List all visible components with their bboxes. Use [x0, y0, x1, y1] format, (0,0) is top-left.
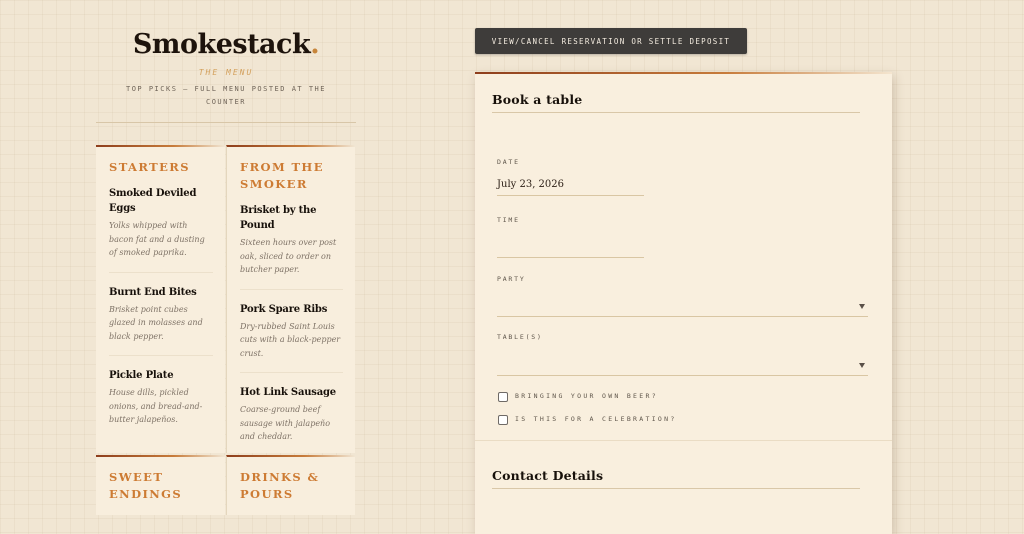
menu-item-name: Burnt End Bites	[109, 286, 197, 298]
celebration-label[interactable]: IS THIS FOR A CELEBRATION?	[515, 415, 677, 424]
menu-item-description: Dry-rubbed Saint Louis cuts with a black…	[240, 321, 341, 358]
menu-item: Pork Spare Ribs Dry-rubbed Saint Louis c…	[240, 302, 343, 373]
menu-section-starters: STARTERS Smoked Deviled Eggs Yolks whipp…	[96, 145, 225, 453]
menu-item-name: Hot Link Sausage	[240, 387, 336, 398]
menu-item: Brisket by the Pound Sixteen hours over …	[240, 203, 343, 290]
manage-reservation-button[interactable]: VIEW/CANCEL RESERVATION OR SETTLE DEPOSI…	[475, 28, 747, 54]
byob-label[interactable]: BRINGING YOUR OWN BEER?	[515, 392, 658, 401]
byob-checkbox[interactable]	[498, 392, 508, 402]
form-section-divider	[475, 440, 892, 441]
menu-section-drinks: DRINKS & POURS	[226, 455, 355, 515]
logo-dot: .	[310, 29, 320, 60]
tables-label: TABLE(S)	[497, 333, 543, 341]
section-title: STARTERS	[109, 160, 190, 174]
chevron-down-icon	[859, 304, 865, 309]
menu-item: Hot Link Sausage Coarse-ground beef saus…	[240, 385, 343, 456]
menu-item: Burnt End Bites Brisket point cubes glaz…	[109, 285, 213, 356]
menu-item-name: Pork Spare Ribs	[240, 303, 328, 315]
section-title: DRINKS & POURS	[240, 470, 320, 501]
menu-item-name: Pickle Plate	[109, 370, 174, 381]
brand-header: Smokestack. THE MENU TOP PICKS — FULL ME…	[96, 30, 356, 109]
section-title: SWEET ENDINGS	[109, 470, 183, 501]
menu-item: Smoked Deviled Eggs Yolks whipped with b…	[109, 186, 213, 273]
time-field[interactable]	[497, 237, 644, 258]
booking-heading: Book a table	[492, 92, 860, 113]
menu-item-description: Yolks whipped with bacon fat and a dusti…	[109, 221, 205, 257]
date-label: DATE	[497, 158, 520, 166]
menu-item: Pickle Plate House dills, pickled onions…	[109, 368, 213, 439]
time-label: TIME	[497, 216, 520, 224]
celebration-checkbox[interactable]	[498, 415, 508, 425]
section-title: FROM THE SMOKER	[240, 160, 324, 191]
menu-item-description: Coarse-ground beef sausage with jalapeño…	[240, 405, 331, 441]
contact-heading: Contact Details	[492, 468, 860, 489]
logo: Smokestack.	[96, 30, 356, 60]
date-field[interactable]: July 23, 2026	[497, 175, 644, 196]
booking-form: Book a table DATE July 23, 2026 TIME PAR…	[475, 72, 892, 534]
chevron-down-icon	[859, 363, 865, 368]
menu-item-description: Brisket point cubes glazed in molasses a…	[109, 304, 203, 341]
menu-section-sweet: SWEET ENDINGS	[96, 455, 225, 515]
menu-section-smoker: FROM THE SMOKER Brisket by the Pound Six…	[226, 145, 355, 453]
party-label: PARTY	[497, 275, 526, 283]
menu-eyebrow: THE MENU	[198, 68, 254, 77]
brand-divider	[96, 122, 356, 123]
menu-item-description: Sixteen hours over post oak, sliced to o…	[240, 238, 337, 274]
menu-item-name: Brisket by the Pound	[240, 205, 317, 231]
menu-item-name: Smoked Deviled Eggs	[109, 188, 197, 214]
menu-subtitle: TOP PICKS — FULL MENU POSTED AT THE COUN…	[125, 85, 326, 106]
tables-select[interactable]	[497, 355, 868, 376]
menu-item-description: House dills, pickled onions, and bread-a…	[109, 388, 203, 424]
logo-text: Smokestack	[132, 29, 311, 60]
party-select[interactable]	[497, 296, 868, 317]
